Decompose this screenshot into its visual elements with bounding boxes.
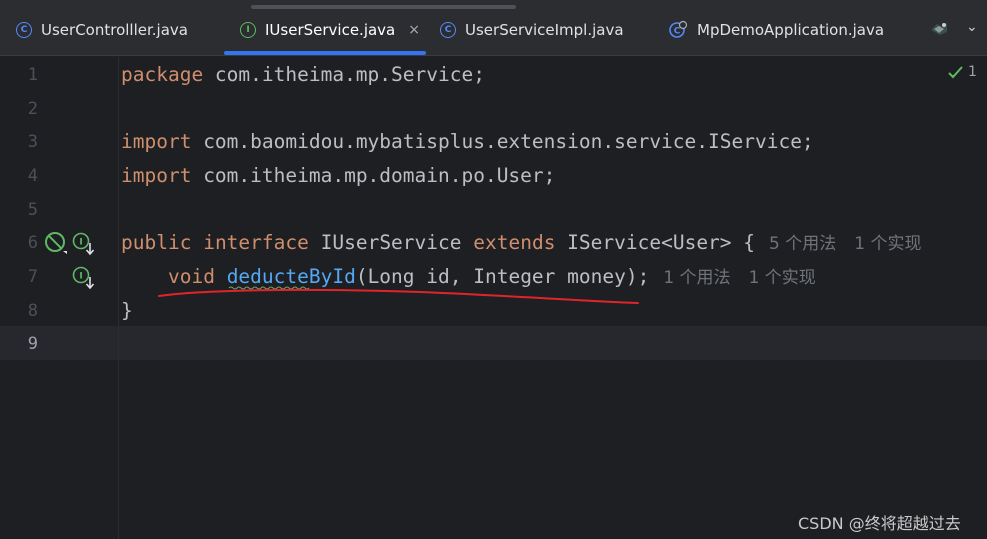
method-name: deducteById [226,265,356,288]
svg-text:I: I [79,238,82,248]
tab-label: MpDemoApplication.java [697,21,885,39]
line-number: 5 [27,200,38,220]
editor-tab-bar: C UserControlller.java I IUserService.ja… [0,0,987,56]
active-tab-indicator [224,51,426,55]
keyword: extends [473,231,556,254]
class-icon: C [16,22,32,38]
watermark: CSDN @终将超越过去 [798,514,961,533]
no-entry-icon[interactable] [44,231,68,255]
code-text[interactable]: package com.itheima.mp.Service; [121,58,485,92]
close-icon[interactable]: × [408,22,420,38]
tab-label: IUserService.java [265,21,396,39]
line-number: 4 [27,166,38,186]
keyword: public [121,231,192,254]
tab-userserviceimpl[interactable]: C UserServiceImpl.java [440,8,624,52]
code-line[interactable]: 8 } [0,294,987,328]
tab-iuserservice[interactable]: I IUserService.java × [240,8,420,52]
usages-hint[interactable]: 5 个用法 [769,234,836,254]
code-text[interactable]: void deducteById(Long id, Integer money)… [121,260,816,295]
chevron-down-icon[interactable]: ⌄ [966,19,978,35]
code-text[interactable]: public interface IUserService extends IS… [121,226,922,261]
line-number: 8 [27,301,38,321]
line-number: 9 [27,334,38,354]
interface-name: IUserService [308,231,474,254]
code-rest: IService<User> { [555,231,756,254]
code-rest: com.itheima.mp.Service; [203,63,485,86]
tab-label: UserControlller.java [41,21,188,39]
implementations-hint[interactable]: 1 个实现 [749,268,816,288]
svg-text:I: I [79,272,82,282]
interface-icon: I [240,22,256,38]
line-number: 3 [27,132,38,152]
keyword: package [121,63,204,86]
line-number: 6 [27,233,38,253]
line-number: 1 [27,65,38,85]
plugin-icon[interactable] [928,18,950,40]
tab-usercontroller[interactable]: C UserControlller.java [16,8,188,52]
keyword: import [121,130,192,153]
code-rest: com.itheima.mp.domain.po.User; [191,164,556,187]
line-number: 7 [27,267,38,287]
code-line-current[interactable]: 9 [0,327,987,361]
keyword: void [167,265,215,288]
keyword: import [121,164,192,187]
code-text[interactable]: import com.baomidou.mybatisplus.extensio… [121,125,814,159]
implemented-down-icon[interactable]: I [72,266,96,290]
implementations-hint[interactable]: 1 个实现 [854,234,921,254]
code-rest: com.baomidou.mybatisplus.extension.servi… [191,130,814,153]
code-line[interactable]: 5 [0,193,987,227]
implemented-down-icon[interactable]: I [72,232,96,256]
code-line[interactable]: 4 import com.itheima.mp.domain.po.User; [0,159,987,193]
line-number: 2 [27,99,38,119]
code-text[interactable]: } [121,294,133,328]
keyword: interface [203,231,309,254]
code-rest: (Long id, Integer money); [355,265,650,288]
code-line[interactable]: 3 import com.baomidou.mybatisplus.extens… [0,125,987,159]
tab-label: UserServiceImpl.java [465,21,624,39]
tab-mpdemoapplication[interactable]: C MpDemoApplication.java [668,8,884,52]
code-text[interactable]: import com.itheima.mp.domain.po.User; [121,159,555,193]
spring-boot-app-icon: C [669,20,688,38]
code-line[interactable]: 1 package com.itheima.mp.Service; [0,58,987,92]
code-line[interactable]: 2 [0,92,987,126]
svg-text:C: C [674,27,681,37]
usages-hint[interactable]: 1 个用法 [663,268,730,288]
class-icon: C [440,22,456,38]
code-line[interactable]: 7 I void deducteById(Long id, Integer mo… [0,260,987,294]
code-line[interactable]: 6 I public interface IUserService extend… [0,226,987,260]
